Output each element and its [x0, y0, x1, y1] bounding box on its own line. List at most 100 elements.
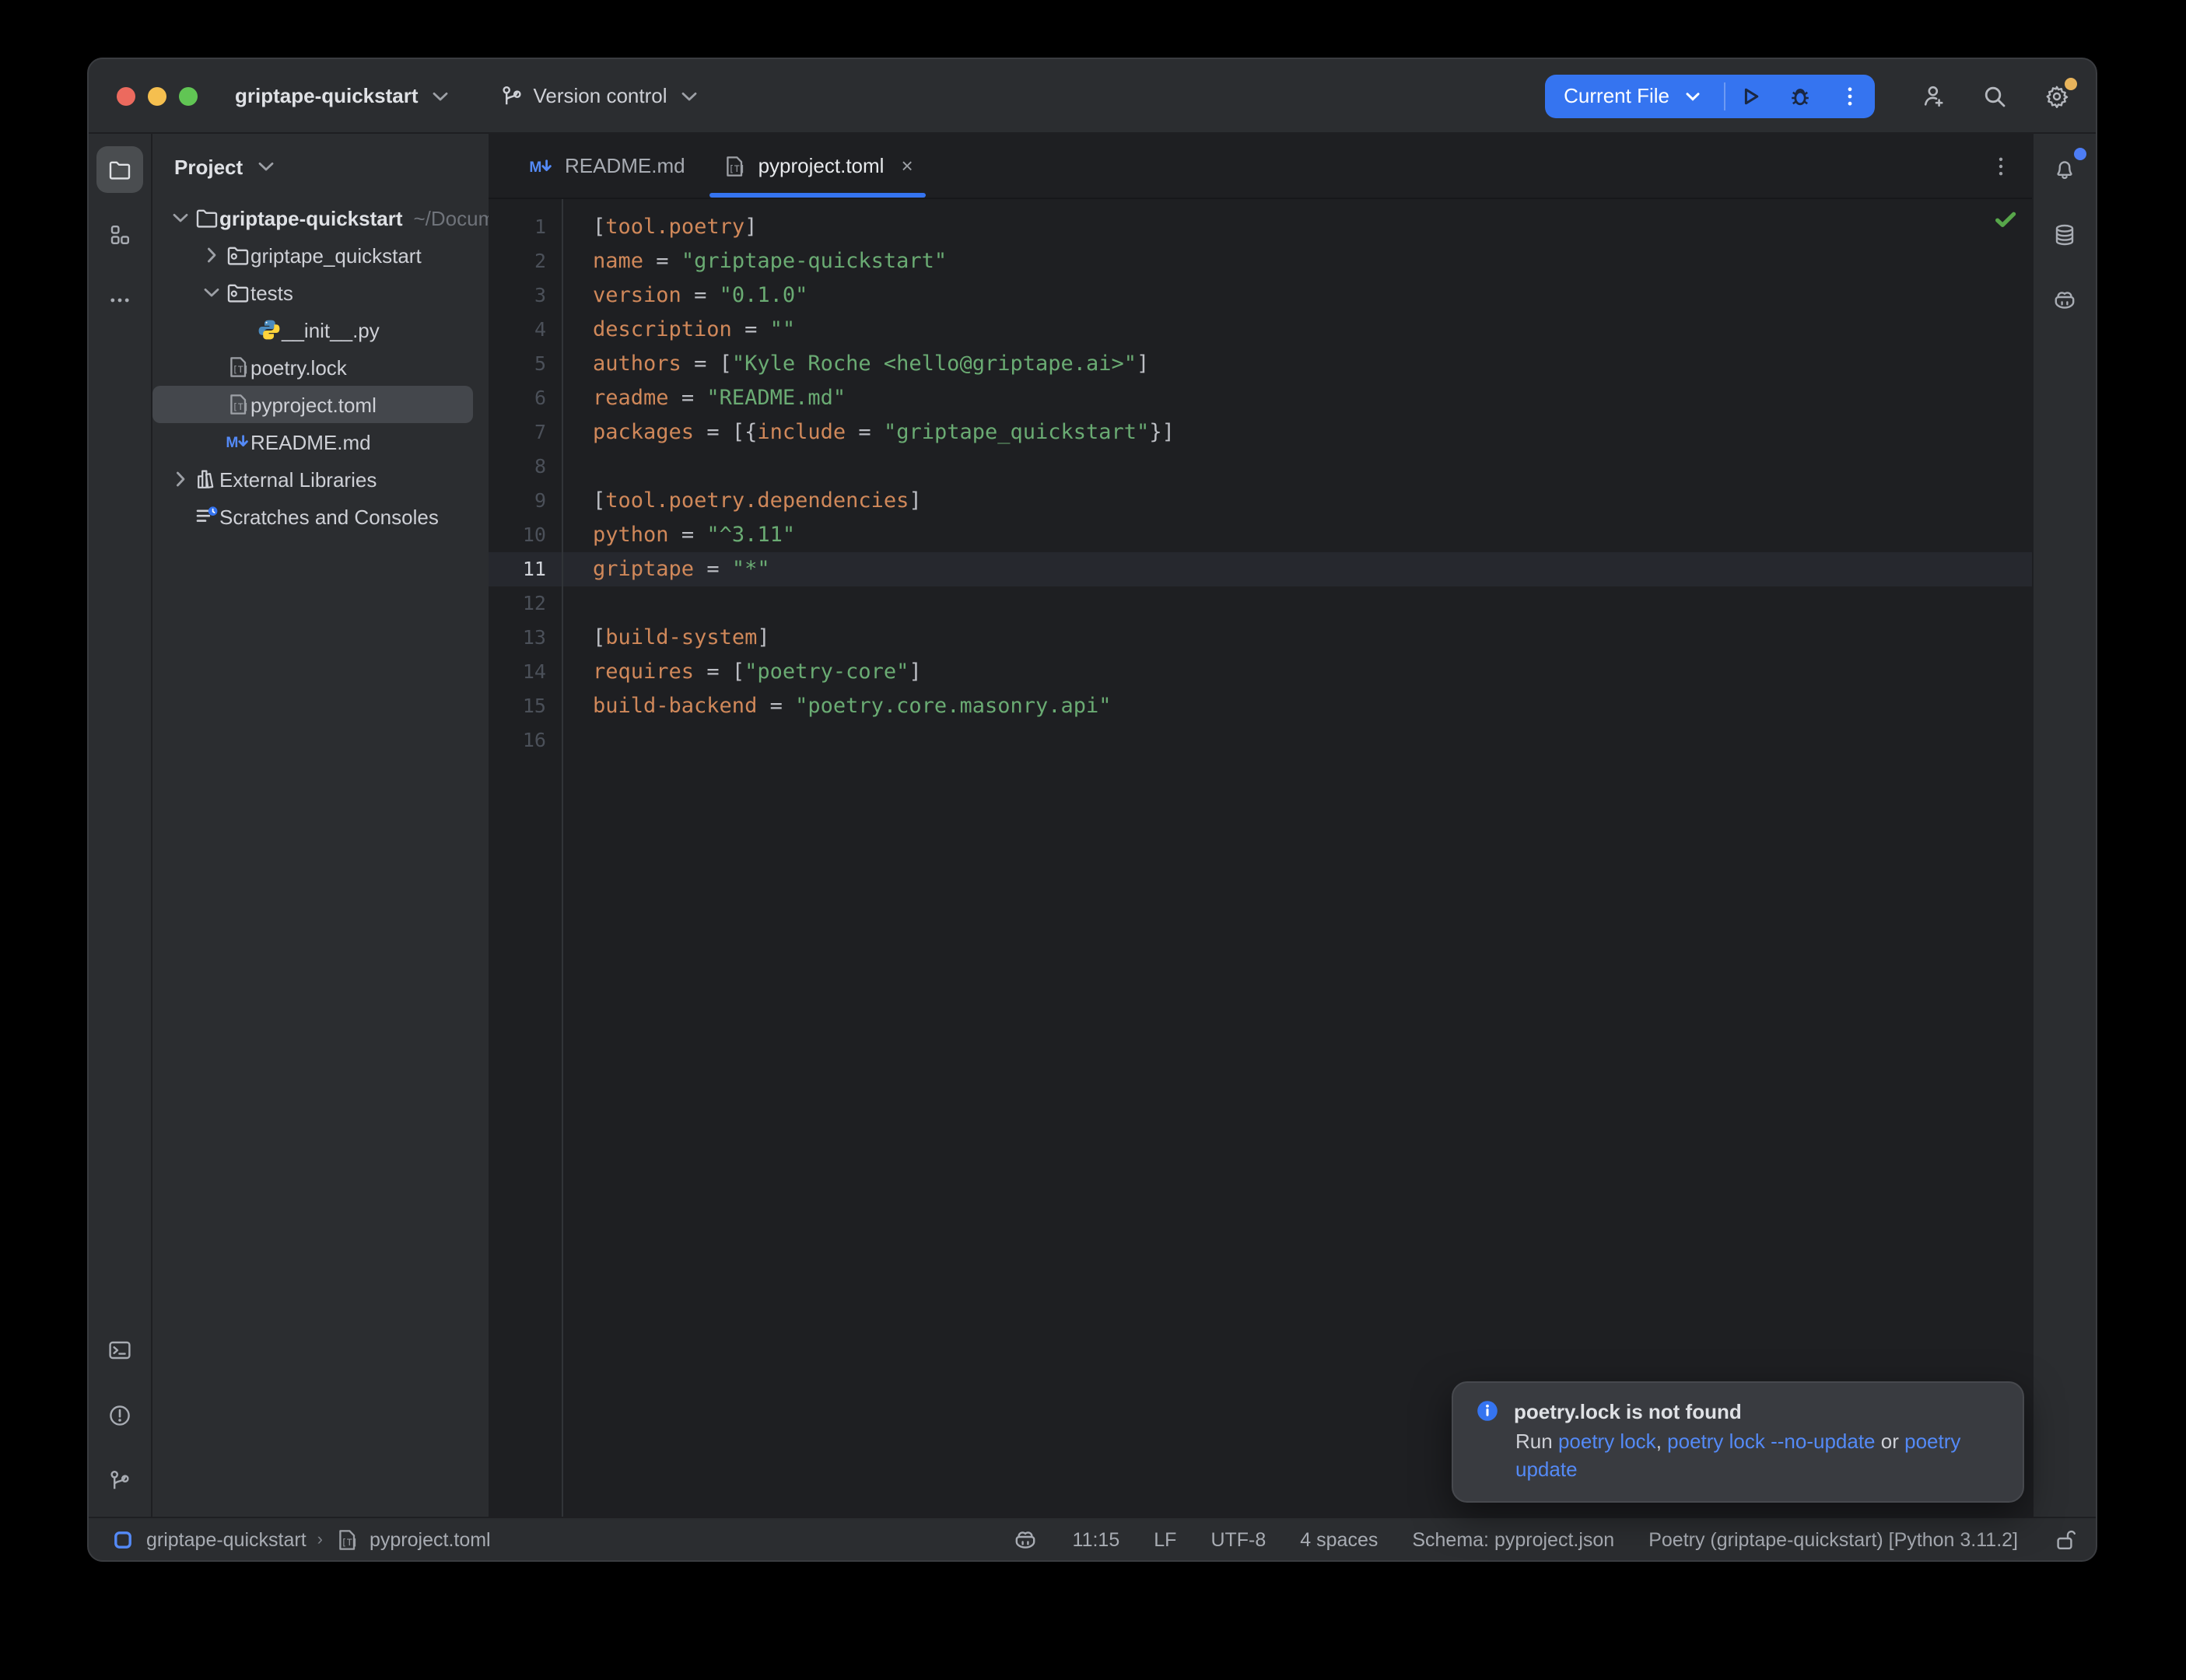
code-line-14[interactable]: 14requires = ["poetry-core"] [489, 655, 2032, 689]
scratches-icon [194, 504, 219, 529]
vcs-widget[interactable]: Version control [499, 83, 702, 108]
code-text [562, 586, 593, 621]
tree-item-README.md[interactable]: MREADME.md [152, 423, 489, 460]
more-tool-windows-button[interactable] [96, 277, 143, 324]
debug-button[interactable] [1775, 74, 1825, 117]
zoom-window-button[interactable] [179, 86, 198, 105]
tree-item-__init__.py[interactable]: __init__.py [152, 311, 489, 348]
code-line-12[interactable]: 12 [489, 586, 2032, 621]
code-token: name [593, 249, 643, 274]
svg-text:[T]: [T] [233, 364, 249, 375]
inspections-ok-icon[interactable] [1993, 207, 2018, 232]
code-token: [ [593, 625, 605, 650]
code-token: "0.1.0" [720, 283, 808, 308]
tree-item-griptape-quickstart[interactable]: griptape-quickstart~/Docume [152, 199, 489, 236]
tree-item-Scratches and Consoles[interactable]: Scratches and Consoles [152, 498, 489, 535]
bell-icon [2052, 157, 2077, 182]
breadcrumb-label: griptape-quickstart [146, 1528, 307, 1550]
more-run-options-button[interactable] [1825, 74, 1875, 117]
left-tool-strip [89, 134, 152, 1517]
tree-item-pyproject.toml[interactable]: [T]pyproject.toml [152, 386, 473, 423]
chevron-down-icon[interactable] [196, 280, 226, 305]
tab-options-button[interactable] [1988, 153, 2013, 178]
code-line-3[interactable]: 3version = "0.1.0" [489, 278, 2032, 313]
status-item[interactable]: Schema: pyproject.json [1412, 1528, 1614, 1550]
notifications-tool-button[interactable] [2041, 146, 2088, 193]
tree-item-tests[interactable]: tests [152, 274, 489, 311]
problems-tool-button[interactable] [96, 1392, 143, 1439]
notification-text: Run [1515, 1430, 1558, 1453]
chevron-right-icon[interactable] [196, 243, 226, 268]
code-token: ] [1137, 352, 1149, 376]
close-tab-icon[interactable]: × [901, 154, 913, 177]
markdown-icon: M [529, 153, 554, 178]
terminal-icon [107, 1338, 132, 1363]
close-window-button[interactable] [117, 86, 135, 105]
code-token: = [669, 523, 707, 548]
code-line-6[interactable]: 6readme = "README.md" [489, 381, 2032, 415]
code-line-10[interactable]: 10python = "^3.11" [489, 518, 2032, 552]
code-token: [ [593, 215, 605, 240]
code-line-7[interactable]: 7packages = [{include = "griptape_quicks… [489, 415, 2032, 450]
status-item[interactable]: 11:15 [1073, 1528, 1120, 1550]
database-icon [2052, 222, 2077, 247]
settings-button[interactable] [2040, 79, 2074, 113]
git-tool-button[interactable] [96, 1458, 143, 1504]
breadcrumb-item-pyproject.toml[interactable]: [T]pyproject.toml [334, 1527, 491, 1552]
ide-window: griptape-quickstart Version control Curr… [87, 58, 2097, 1562]
svg-text:M: M [529, 159, 541, 175]
line-number: 1 [489, 210, 562, 244]
status-item[interactable]: Poetry (griptape-quickstart) [Python 3.1… [1648, 1528, 2018, 1550]
code-line-13[interactable]: 13[build-system] [489, 621, 2032, 655]
code-with-me-button[interactable] [1915, 79, 1950, 113]
code-line-1[interactable]: 1[tool.poetry] [489, 210, 2032, 244]
search-icon [1982, 83, 2007, 108]
tree-item-External Libraries[interactable]: External Libraries [152, 460, 489, 498]
notification-link[interactable]: poetry lock --no-update [1667, 1430, 1875, 1453]
breadcrumb-item-griptape-quickstart[interactable]: griptape-quickstart [110, 1527, 307, 1552]
status-item[interactable]: UTF-8 [1210, 1528, 1266, 1550]
code-text: name = "griptape-quickstart" [562, 244, 947, 278]
chevron-down-icon[interactable] [254, 154, 279, 179]
code-line-4[interactable]: 4description = "" [489, 313, 2032, 347]
run-configuration-selector[interactable]: Current File [1545, 74, 1724, 117]
status-item[interactable]: 4 spaces [1300, 1528, 1378, 1550]
chevron-down-icon [677, 83, 702, 108]
code-editor[interactable]: 1[tool.poetry]2name = "griptape-quicksta… [489, 199, 2032, 1517]
svg-text:[T]: [T] [729, 163, 745, 173]
structure-tool-button[interactable] [96, 212, 143, 258]
tab-README.md[interactable]: MREADME.md [510, 134, 704, 198]
code-line-11[interactable]: 11griptape = "*" [489, 552, 2032, 586]
code-line-8[interactable]: 8 [489, 450, 2032, 484]
code-token: "Kyle Roche <hello@griptape.ai>" [732, 352, 1137, 376]
terminal-tool-button[interactable] [96, 1327, 143, 1374]
project-widget-label: griptape-quickstart [235, 84, 419, 107]
code-line-9[interactable]: 9[tool.poetry.dependencies] [489, 484, 2032, 518]
project-panel-title: Project [174, 155, 243, 178]
minimize-window-button[interactable] [148, 86, 166, 105]
run-button[interactable] [1725, 74, 1775, 117]
database-tool-button[interactable] [2041, 212, 2088, 258]
search-everywhere-button[interactable] [1978, 79, 2012, 113]
ai-assistant-status-icon[interactable] [1014, 1527, 1039, 1552]
chevron-right-icon[interactable] [165, 467, 194, 492]
project-widget[interactable]: griptape-quickstart [235, 82, 453, 109]
code-line-15[interactable]: 15build-backend = "poetry.core.masonry.a… [489, 689, 2032, 723]
code-line-5[interactable]: 5authors = ["Kyle Roche <hello@griptape.… [489, 347, 2032, 381]
project-tool-button[interactable] [96, 146, 143, 193]
code-token: ] [744, 215, 757, 240]
chevron-down-icon[interactable] [165, 205, 194, 230]
tree-item-griptape_quickstart[interactable]: griptape_quickstart [152, 236, 489, 274]
code-line-16[interactable]: 16 [489, 723, 2032, 758]
toml-icon: [T] [334, 1527, 359, 1552]
status-item[interactable]: LF [1154, 1528, 1176, 1550]
code-token: packages [593, 420, 694, 445]
notification-link[interactable]: poetry lock [1558, 1430, 1656, 1453]
line-number: 13 [489, 621, 562, 655]
tab-pyproject.toml[interactable]: [T]pyproject.toml× [704, 134, 932, 198]
code-line-2[interactable]: 2name = "griptape-quickstart" [489, 244, 2032, 278]
code-token: "*" [732, 557, 770, 582]
ai-assistant-tool-button[interactable] [2041, 277, 2088, 324]
tree-item-poetry.lock[interactable]: [T]poetry.lock [152, 348, 489, 386]
notification-popup[interactable]: poetry.lock is not found Run poetry lock… [1452, 1381, 2024, 1503]
